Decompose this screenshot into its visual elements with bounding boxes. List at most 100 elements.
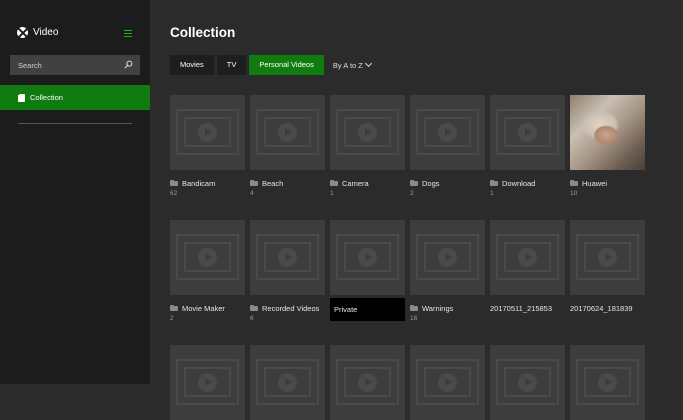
play-icon — [518, 373, 537, 392]
tile-name-row: Beach — [250, 177, 325, 189]
play-icon — [438, 123, 457, 142]
sort-dropdown[interactable]: By A to Z — [332, 59, 372, 70]
sidebar: Video Collection — [0, 0, 150, 384]
video-tile-partial[interactable] — [570, 345, 645, 420]
tile-name: Recorded Videos — [262, 303, 320, 313]
folder-thumbnail — [170, 220, 245, 295]
folder-thumbnail — [330, 220, 405, 295]
folder-icon — [570, 179, 578, 186]
video-thumbnail — [250, 345, 325, 420]
video-tile-partial[interactable] — [170, 345, 245, 420]
play-icon — [598, 248, 617, 267]
page-title: Collection — [170, 25, 236, 40]
play-icon — [278, 123, 297, 142]
play-icon — [278, 373, 297, 392]
tile-name-row: Bandicam — [170, 177, 245, 189]
video-folder-tile[interactable]: Warnings 16 — [410, 220, 485, 324]
tile-count: 10 — [570, 190, 578, 197]
chevron-down-icon — [364, 59, 372, 68]
sidebar-item-collection[interactable]: Collection — [0, 85, 150, 110]
play-icon — [278, 248, 297, 267]
folder-icon — [410, 304, 418, 311]
play-icon — [598, 373, 617, 392]
folder-thumbnail — [250, 95, 325, 170]
play-icon — [518, 248, 537, 267]
tile-name-row: Dogs — [410, 177, 485, 189]
video-tile-partial[interactable] — [490, 345, 565, 420]
video-tile-partial[interactable] — [410, 345, 485, 420]
tile-name: Huawei — [582, 178, 608, 188]
filter-tv[interactable]: TV — [216, 55, 247, 75]
tile-name-row: 20170511_215853 — [490, 302, 565, 314]
video-folder-tile[interactable]: Huawei 10 — [570, 95, 645, 199]
video-thumbnail — [330, 345, 405, 420]
folder-icon — [170, 304, 178, 311]
video-folder-tile[interactable]: Private — [330, 220, 405, 321]
video-thumbnail — [570, 220, 645, 295]
search-box — [10, 55, 140, 75]
tile-count: 1 — [490, 190, 494, 197]
tile-name: 20170511_215853 — [490, 303, 553, 313]
video-tile-partial[interactable] — [250, 345, 325, 420]
video-folder-tile[interactable]: Download 1 — [490, 95, 565, 199]
tile-name: Camera — [342, 178, 369, 188]
tile-name-row: Warnings — [410, 302, 485, 314]
tile-count: 62 — [170, 190, 178, 197]
filter-bar: Movies TV Personal Videos By A to Z — [170, 55, 372, 75]
sort-label: By A to Z — [332, 60, 363, 70]
video-folder-tile[interactable]: Bandicam 62 — [170, 95, 245, 199]
video-thumbnail — [490, 345, 565, 420]
folder-icon — [330, 179, 338, 186]
play-icon — [358, 248, 377, 267]
video-file-tile[interactable]: 20170624_181839 — [570, 220, 645, 314]
app-header: Video — [17, 27, 58, 38]
search-icon[interactable] — [124, 60, 133, 69]
hamburger-icon[interactable] — [124, 30, 132, 37]
folder-icon — [250, 304, 258, 311]
video-folder-tile[interactable]: Camera 1 — [330, 95, 405, 199]
folder-icon — [410, 179, 418, 186]
tile-count: 4 — [250, 190, 254, 197]
video-file-tile[interactable]: 20170511_215853 — [490, 220, 565, 314]
tile-name: Bandicam — [182, 178, 216, 188]
folder-thumbnail — [330, 95, 405, 170]
tile-name-row: 20170624_181839 — [570, 302, 645, 314]
tile-name-row: Movie Maker — [170, 302, 245, 314]
tile-name-row: Private — [330, 298, 405, 321]
play-icon — [358, 373, 377, 392]
xbox-logo-icon — [17, 27, 28, 38]
video-thumbnail — [170, 345, 245, 420]
folder-icon — [170, 179, 178, 186]
folder-thumbnail — [410, 95, 485, 170]
tile-count: 2 — [410, 190, 414, 197]
tile-count: 16 — [410, 315, 418, 322]
video-folder-tile[interactable]: Beach 4 — [250, 95, 325, 199]
video-thumbnail — [410, 345, 485, 420]
folder-icon — [250, 179, 258, 186]
video-folder-tile[interactable]: Movie Maker 2 — [170, 220, 245, 324]
filter-movies[interactable]: Movies — [170, 55, 214, 75]
tile-name-row: Download — [490, 177, 565, 189]
video-thumbnail — [490, 220, 565, 295]
tile-name-row: Recorded Videos — [250, 302, 325, 314]
tile-name-row: Camera — [330, 177, 405, 189]
video-folder-tile[interactable]: Recorded Videos 6 — [250, 220, 325, 324]
play-icon — [438, 248, 457, 267]
filter-personal-videos[interactable]: Personal Videos — [249, 55, 324, 75]
play-icon — [358, 123, 377, 142]
search-input[interactable] — [10, 59, 128, 71]
main-content: Collection Movies TV Personal Videos By … — [150, 0, 683, 420]
tile-name: Warnings — [422, 303, 454, 313]
tile-name: 20170624_181839 — [570, 303, 633, 313]
play-icon — [518, 123, 537, 142]
sidebar-divider — [18, 123, 132, 124]
app-title: Video — [33, 27, 59, 38]
play-icon — [198, 373, 217, 392]
tile-count: 1 — [330, 190, 334, 197]
video-folder-tile[interactable]: Dogs 2 — [410, 95, 485, 199]
tile-name: Dogs — [422, 178, 440, 188]
play-icon — [198, 248, 217, 267]
sidebar-item-label: Collection — [30, 93, 63, 102]
tile-count: 6 — [250, 315, 254, 322]
video-tile-partial[interactable] — [330, 345, 405, 420]
